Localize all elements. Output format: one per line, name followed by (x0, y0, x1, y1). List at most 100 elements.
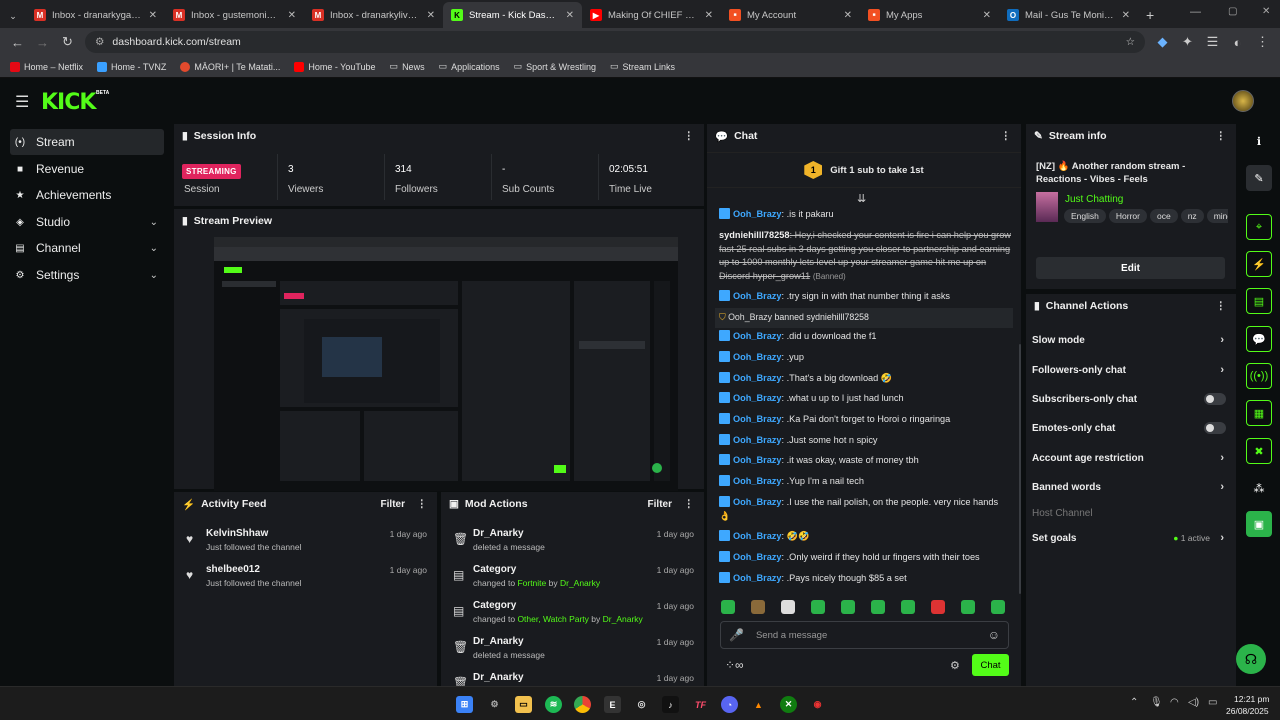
nodes-icon[interactable]: ⁂ (1246, 475, 1272, 501)
more-options-icon[interactable]: ⋮ (1216, 130, 1227, 142)
tab-search-icon[interactable]: ⌄ (4, 11, 22, 22)
close-icon[interactable]: ✕ (705, 10, 713, 21)
emote-icon[interactable] (751, 600, 765, 614)
browser-tab[interactable]: ▶ Making Of CHIEF OF WAR ✕ (582, 2, 721, 28)
emoji-icon[interactable]: ☺ (988, 628, 1000, 642)
new-tab-icon[interactable]: + (1146, 7, 1154, 23)
more-options-icon[interactable]: ⋮ (417, 498, 428, 510)
wifi-icon[interactable]: ◠ (1170, 697, 1179, 708)
lightning-icon[interactable]: ⚡ (1246, 251, 1272, 277)
edit-stream-button[interactable]: Edit (1036, 257, 1225, 279)
chat-username[interactable]: Ooh_Brazy (733, 476, 782, 486)
emotes-only-toggle[interactable] (1204, 422, 1226, 434)
tools-icon[interactable]: ✖ (1246, 438, 1272, 464)
browser-menu-icon[interactable]: ⋮ (1255, 34, 1270, 50)
bookmark-youtube[interactable]: Home - YouTube (294, 61, 376, 72)
layout-icon[interactable]: ▦ (1246, 400, 1272, 426)
account-age-row[interactable]: Account age restriction › (1032, 445, 1228, 471)
microphone-icon[interactable]: 🎤 (729, 628, 744, 642)
extension-icon[interactable]: ◆ (1155, 34, 1170, 50)
more-options-icon[interactable]: ⋮ (684, 498, 695, 510)
sidebar-item-revenue[interactable]: ■ Revenue (10, 156, 164, 182)
close-icon[interactable]: ✕ (1122, 10, 1130, 21)
emote-icon[interactable] (931, 600, 945, 614)
chat-send-button[interactable]: Chat (972, 654, 1009, 676)
more-options-icon[interactable]: ⋮ (684, 130, 695, 142)
chat-input[interactable]: 🎤 Send a message ☺ (720, 621, 1009, 649)
support-chat-icon[interactable]: ☊ (1236, 644, 1266, 674)
bookmark-folder-news[interactable]: ▭ News (390, 61, 425, 72)
browser-tab[interactable]: M Inbox - dranarkygaming@ ✕ (26, 2, 165, 28)
sidebar-item-channel[interactable]: ▤ Channel ⌄ (10, 235, 164, 261)
file-explorer-icon[interactable]: ▭ (515, 696, 532, 713)
close-icon[interactable]: ✕ (983, 10, 991, 21)
chat-username[interactable]: Ooh_Brazy (728, 312, 772, 322)
browser-tab-active[interactable]: K Stream - Kick Dashboard ✕ (443, 2, 582, 28)
moderator-link[interactable]: Dr_Anarky (560, 578, 600, 588)
screen-capture-icon[interactable]: ⌖ (1246, 214, 1272, 240)
xbox-icon[interactable]: ✕ (780, 696, 797, 713)
emote-icon[interactable] (871, 600, 885, 614)
chat-username[interactable]: Ooh_Brazy (733, 552, 782, 562)
chat-scrollbar[interactable] (1019, 344, 1021, 594)
profile-icon[interactable]: ◐ (1230, 35, 1245, 50)
chat-username[interactable]: Ooh_Brazy (733, 291, 782, 301)
close-icon[interactable]: ✕ (427, 10, 435, 21)
sidebar-item-stream[interactable]: (•) Stream (10, 129, 164, 155)
bookmark-netflix[interactable]: Home – Netflix (10, 61, 83, 72)
emote-icon[interactable] (901, 600, 915, 614)
back-icon[interactable]: ← (10, 35, 25, 50)
discord-icon[interactable]: ◔ (721, 696, 738, 713)
forward-icon[interactable]: → (35, 35, 50, 50)
tiktok-icon[interactable]: ♪ (662, 696, 679, 713)
settings-gear-icon[interactable]: ⚙ (486, 696, 503, 713)
chat-username[interactable]: Ooh_Brazy (733, 393, 782, 403)
browser-tab[interactable]: O Mail - Gus Te Moni - Outl ✕ (999, 2, 1138, 28)
tray-chevron-icon[interactable]: ⌃ (1130, 697, 1138, 708)
reading-list-icon[interactable]: ☰ (1205, 34, 1220, 50)
close-window-icon[interactable]: ✕ (1262, 6, 1270, 17)
green-app-icon[interactable]: ▣ (1246, 511, 1272, 537)
list-item[interactable]: ♥ KelvinShhaw Just followed the channel 1 d… (174, 524, 437, 560)
chat-username[interactable]: Ooh_Brazy (733, 352, 782, 362)
spotify-icon[interactable]: ≋ (545, 696, 562, 713)
sidebar-item-achievements[interactable]: ★ Achievements (10, 182, 164, 208)
extensions-puzzle-icon[interactable]: ✦ (1180, 34, 1195, 50)
bookmark-folder-applications[interactable]: ▭ Applications (439, 61, 500, 72)
info-icon[interactable]: ℹ (1246, 128, 1272, 154)
microphone-tray-icon[interactable]: 🎙 (1150, 697, 1163, 708)
clock-time[interactable]: 12:21 pm (1234, 694, 1269, 704)
maximize-icon[interactable]: ▢ (1228, 6, 1237, 17)
address-bar[interactable]: ⚙ dashboard.kick.com/stream ☆ (85, 31, 1145, 53)
emote-icon[interactable] (991, 600, 1005, 614)
category-link[interactable]: Other, Watch Party (517, 614, 589, 624)
chat-username[interactable]: Ooh_Brazy (733, 209, 782, 219)
followers-only-row[interactable]: Followers-only chat › (1032, 357, 1228, 383)
close-icon[interactable]: ✕ (566, 10, 574, 21)
windows-start-icon[interactable]: ⊞ (456, 696, 473, 713)
clock-date[interactable]: 26/08/2025 (1226, 706, 1269, 716)
browser-tab[interactable]: ■ My Account ✕ (721, 2, 860, 28)
chat-username[interactable]: sydniehilll78258 (719, 230, 789, 240)
kick-logo[interactable]: KICK (41, 90, 96, 115)
broadcast-icon[interactable]: ((•)) (1246, 363, 1272, 389)
category-link[interactable]: Just Chatting (1065, 194, 1123, 205)
edit-icon[interactable]: ✎ (1246, 165, 1272, 191)
subscribers-only-toggle[interactable] (1204, 393, 1226, 405)
filter-button[interactable]: Filter (648, 499, 672, 510)
stream-preview-video[interactable] (214, 237, 678, 491)
follower-name[interactable]: shelbee012 (206, 564, 260, 575)
browser-tab[interactable]: M Inbox - gustemoni@gma ✕ (165, 2, 304, 28)
media-app-icon[interactable]: ◉ (809, 696, 826, 713)
minimize-icon[interactable]: — (1190, 6, 1201, 18)
bookmark-star-icon[interactable]: ☆ (1126, 36, 1135, 48)
gift-sub-banner[interactable]: 1 Gift 1 sub to take 1st (707, 152, 1021, 188)
epic-games-icon[interactable]: E (604, 696, 621, 713)
chat-settings-icon[interactable]: ⚙ (950, 659, 960, 672)
banned-words-row[interactable]: Banned words › (1032, 474, 1228, 500)
follower-name[interactable]: KelvinShhaw (206, 528, 268, 539)
chat-username[interactable]: Ooh_Brazy (733, 455, 782, 465)
emote-icon[interactable] (841, 600, 855, 614)
close-icon[interactable]: ✕ (844, 10, 852, 21)
vlc-icon[interactable]: ▲ (750, 696, 767, 713)
